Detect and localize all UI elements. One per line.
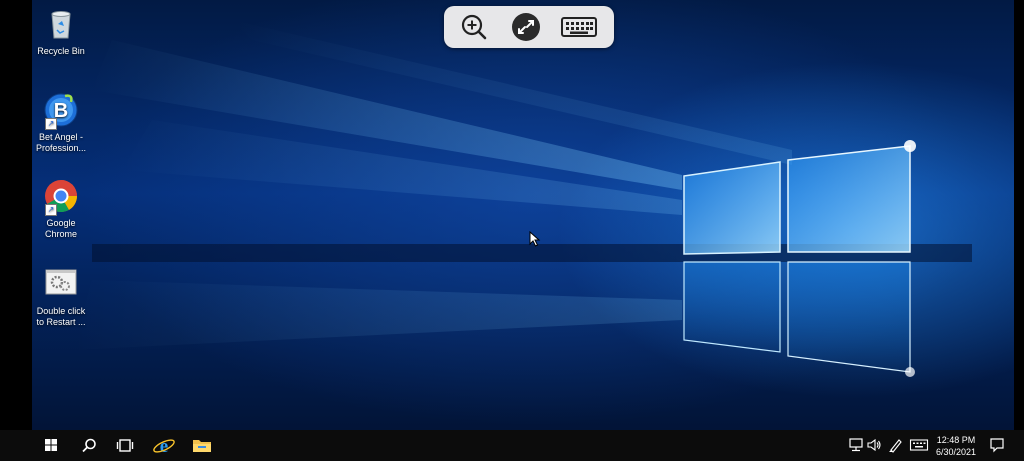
remote-desktop-icon (512, 13, 540, 41)
taskbar-file-explorer[interactable] (189, 434, 215, 457)
zoom-in-button[interactable] (458, 12, 490, 42)
tray-volume[interactable] (866, 436, 882, 454)
recycle-bin-icon (43, 6, 79, 42)
shortcut-arrow-icon: ↗ (45, 118, 57, 130)
clock-date: 6/30/2021 (935, 447, 977, 457)
desktop-icon-label: Bet Angel - (38, 132, 84, 142)
task-view-button[interactable] (112, 434, 138, 457)
taskbar-internet-explorer[interactable]: e (151, 434, 177, 457)
clock-time: 12:48 PM (936, 435, 976, 445)
chrome-icon: ↗ (43, 178, 79, 216)
shortcut-arrow-icon: ↗ (45, 204, 57, 216)
remote-screen: Recycle Bin B ↗ Bet Angel - Profession..… (0, 0, 1024, 461)
desktop-wallpaper[interactable] (32, 0, 1014, 430)
remote-desktop-toolbar (444, 6, 614, 48)
task-view-icon (116, 439, 134, 452)
volume-icon (867, 438, 881, 452)
svg-text:e: e (160, 436, 168, 457)
action-center-button[interactable] (988, 436, 1006, 454)
remote-desktop-button[interactable] (510, 12, 542, 42)
tray-network[interactable] (848, 436, 864, 454)
start-button[interactable] (38, 434, 64, 457)
windows-logo-wallpaper (72, 20, 972, 377)
file-explorer-icon (193, 440, 211, 452)
screen-bezel-left (0, 0, 32, 430)
restart-gears-icon (43, 266, 79, 302)
desktop-icon-google-chrome[interactable]: ↗ Google Chrome (30, 178, 92, 240)
desktop-icon-label: Profession... (35, 143, 87, 153)
network-icon (849, 438, 863, 452)
windows-start-icon (45, 439, 57, 451)
desktop-icon-restart[interactable]: Double click to Restart ... (30, 266, 92, 328)
keyboard-icon (561, 17, 597, 37)
desktop-icon-recycle-bin[interactable]: Recycle Bin (30, 6, 92, 57)
taskbar-clock[interactable]: 12:48 PM 6/30/2021 (928, 434, 984, 458)
desktop-icon-label: to Restart ... (36, 317, 86, 327)
desktop-icon-label: Recycle Bin (37, 46, 85, 56)
bet-angel-icon: B ↗ (43, 92, 79, 130)
desktop-icon-label: Double click (36, 306, 86, 316)
tray-pen[interactable] (887, 436, 903, 454)
search-icon (82, 438, 96, 453)
touch-keyboard-icon (909, 439, 929, 451)
action-center-icon (990, 438, 1004, 453)
desktop-icon-label: Google (46, 218, 76, 228)
taskbar: e 12:48 PM 6/30/2021 (0, 430, 1024, 461)
screen-bezel-right (1014, 0, 1024, 430)
search-button[interactable] (76, 434, 102, 457)
keyboard-button[interactable] (560, 12, 598, 42)
mouse-cursor (529, 230, 541, 252)
tray-touch-keyboard[interactable] (909, 436, 929, 454)
desktop-icon-label: Chrome (44, 229, 77, 239)
pen-icon (889, 439, 902, 453)
desktop-icon-bet-angel[interactable]: B ↗ Bet Angel - Profession... (30, 92, 92, 154)
internet-explorer-icon: e (153, 436, 175, 457)
zoom-in-icon (461, 14, 487, 40)
